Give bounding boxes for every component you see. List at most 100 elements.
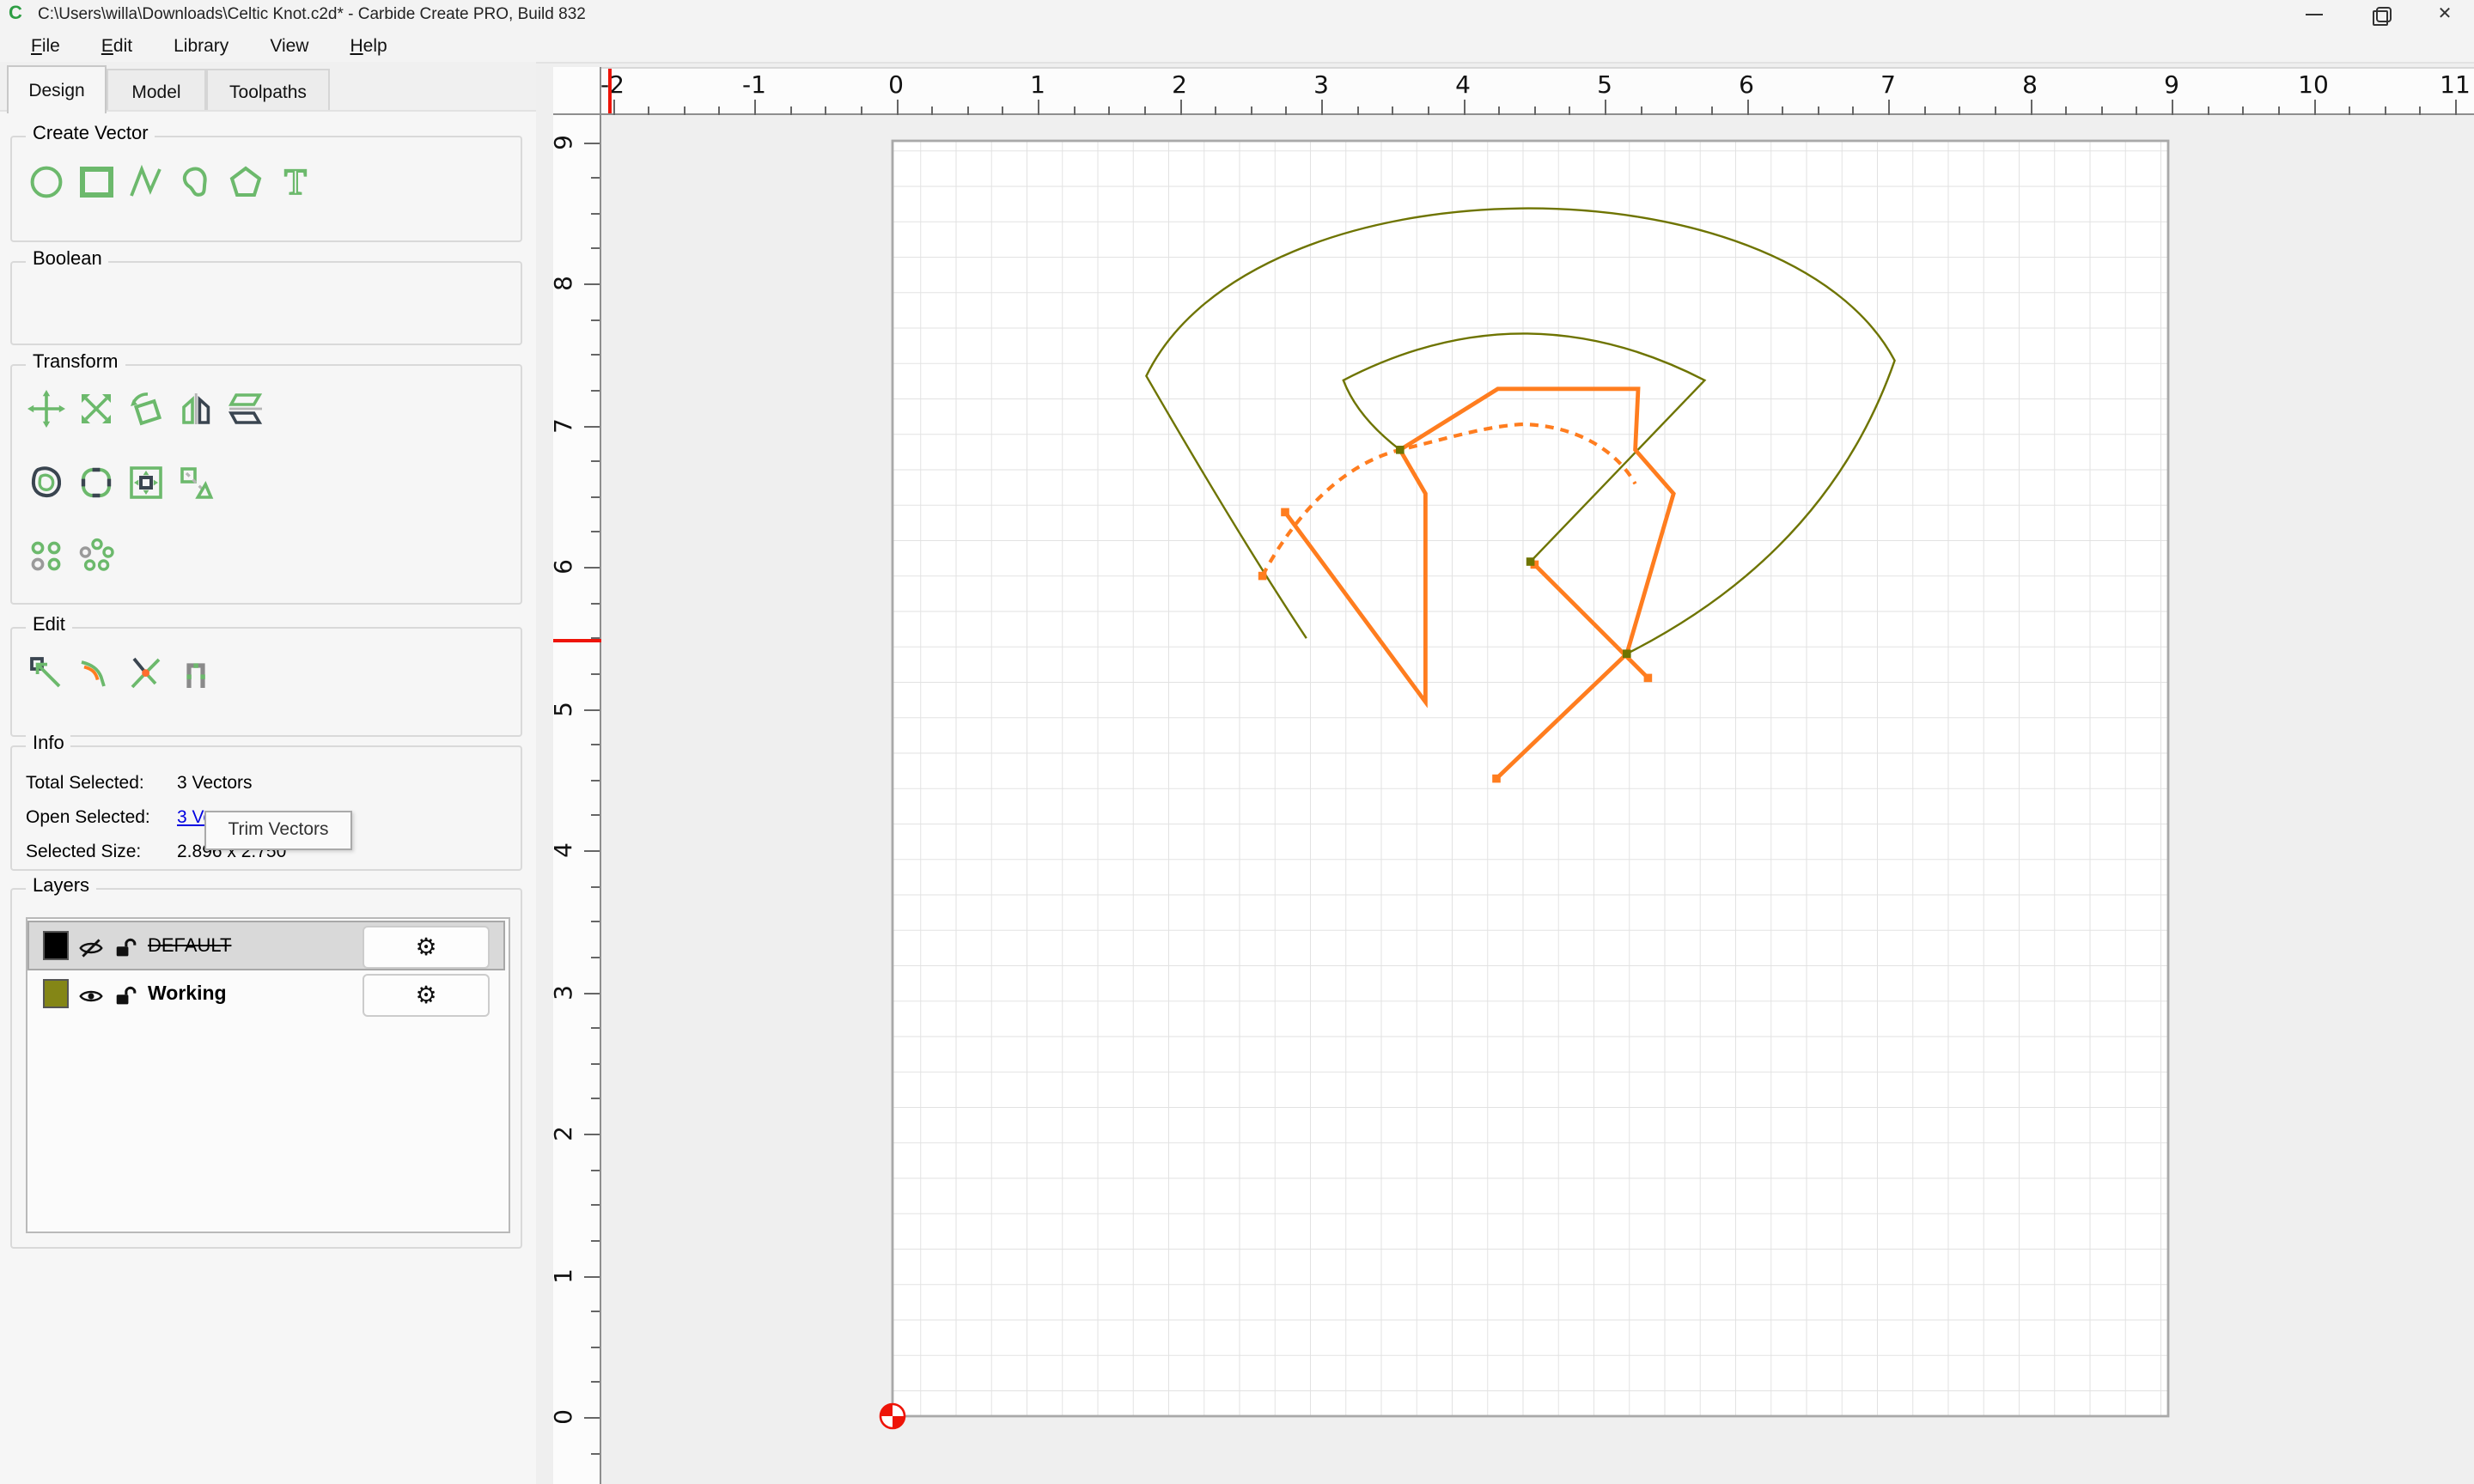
- curve-tool-icon[interactable]: [175, 161, 216, 203]
- menu-edit[interactable]: Edit: [84, 32, 149, 59]
- curve-fit-tool-icon[interactable]: [76, 653, 117, 694]
- ruler-tick: [1108, 106, 1111, 115]
- vector-node[interactable]: [1396, 446, 1405, 454]
- unlock-icon[interactable]: [113, 983, 137, 1004]
- ruler-tick: [1782, 106, 1784, 115]
- join-vectors-tool-icon[interactable]: [175, 653, 216, 694]
- tab-design[interactable]: Design: [7, 65, 107, 113]
- ruler-position-marker-x: [608, 69, 612, 113]
- ruler-tick: [1746, 100, 1748, 115]
- info-value: 3 Vectors: [177, 773, 253, 794]
- ruler-tick: [591, 177, 600, 179]
- ruler-tick: [931, 106, 934, 115]
- menu-help[interactable]: Help: [332, 32, 404, 59]
- offset-tool-icon[interactable]: [26, 462, 67, 503]
- layer-row-working[interactable]: Working ⚙: [29, 970, 503, 1017]
- ruler-tick: [591, 496, 600, 498]
- ruler-tick: [584, 1134, 600, 1135]
- ruler-corner: [553, 67, 601, 115]
- ruler-tick: [860, 106, 862, 115]
- ruler-tick: [1321, 100, 1323, 115]
- polygon-tool-icon[interactable]: [225, 161, 266, 203]
- flip-tool-icon[interactable]: [225, 388, 266, 429]
- eye-slash-icon[interactable]: [79, 935, 103, 957]
- vector-node[interactable]: [1643, 673, 1653, 683]
- tab-toolpaths[interactable]: Toolpaths: [206, 69, 330, 113]
- scale-tool-icon[interactable]: [76, 388, 117, 429]
- ruler-tick: [591, 1027, 600, 1030]
- vector-node[interactable]: [1258, 571, 1267, 581]
- vector-node[interactable]: [1281, 508, 1289, 517]
- ruler-tick: [1427, 106, 1429, 115]
- app-logo-icon: C: [9, 3, 22, 24]
- eye-icon[interactable]: [79, 983, 103, 1004]
- design-canvas-area[interactable]: -2 -1 0 1 2 3 4 5 6 7 8 9 10 11 0 1 2 3 4 5 6 7 8 9: [536, 62, 2474, 1484]
- close-button[interactable]: ✕: [2416, 0, 2474, 29]
- circle-tool-icon[interactable]: [26, 161, 67, 203]
- ruler-tick: [1533, 106, 1536, 115]
- trim-vectors-tooltip: Trim Vectors: [204, 811, 352, 850]
- align-tool-icon[interactable]: [175, 462, 216, 503]
- design-drawing-surface[interactable]: [601, 115, 2474, 1484]
- ruler-tick: [1285, 106, 1288, 115]
- menu-view[interactable]: View: [253, 32, 326, 59]
- ruler-tick: [584, 992, 600, 994]
- maximize-button[interactable]: [2350, 0, 2409, 29]
- layer-settings-button[interactable]: ⚙: [363, 974, 490, 1017]
- ruler-tick: [591, 319, 600, 321]
- ruler-label-y: 4: [550, 842, 578, 858]
- rotate-tool-icon[interactable]: [125, 388, 167, 429]
- ruler-tick: [1994, 106, 1996, 115]
- vector-node[interactable]: [1492, 774, 1501, 783]
- ruler-label-x: 0: [888, 72, 904, 100]
- ruler-tick: [1463, 100, 1465, 115]
- tab-bar: Design Model Toolpaths: [0, 62, 536, 113]
- layer-settings-button[interactable]: ⚙: [363, 926, 490, 969]
- ruler-label-y: 6: [550, 559, 578, 575]
- layer-row-default[interactable]: DEFAULT ⚙: [27, 921, 505, 970]
- ruler-tick: [584, 850, 600, 852]
- inset-tool-icon[interactable]: [125, 462, 167, 503]
- ruler-label-y: 7: [550, 417, 578, 433]
- text-tool-icon[interactable]: T: [275, 161, 316, 204]
- vector-node[interactable]: [1526, 557, 1535, 566]
- grid-array-tool-icon[interactable]: [26, 536, 67, 577]
- ruler-tick: [1640, 106, 1642, 115]
- ruler-tick: [591, 602, 600, 605]
- ruler-position-marker-y: [553, 639, 601, 643]
- unlock-icon[interactable]: [113, 935, 137, 956]
- ruler-tick: [683, 106, 686, 115]
- layer-color-swatch[interactable]: [43, 931, 69, 960]
- tab-model[interactable]: Model: [107, 69, 206, 113]
- layer-name: DEFAULT: [148, 935, 232, 956]
- round-corner-tool-icon[interactable]: [76, 462, 117, 503]
- ruler-label-y: 2: [550, 1126, 578, 1141]
- move-tool-icon[interactable]: [26, 388, 67, 429]
- trim-vectors-tool-icon[interactable]: [125, 653, 167, 694]
- ruler-tick: [591, 1098, 600, 1100]
- ruler-tick: [584, 1417, 600, 1419]
- rectangle-tool-icon[interactable]: [76, 161, 117, 203]
- ruler-tick: [584, 709, 600, 710]
- ruler-label-x: 11: [2440, 72, 2471, 100]
- ruler-tick: [2207, 106, 2209, 115]
- ruler-tick: [1923, 106, 1926, 115]
- layer-color-swatch[interactable]: [43, 979, 69, 1008]
- ruler-tick: [2030, 100, 2032, 115]
- mirror-tool-icon[interactable]: [175, 388, 216, 429]
- polyline-tool-icon[interactable]: [125, 161, 167, 203]
- node-edit-tool-icon[interactable]: [26, 653, 67, 694]
- vector-node[interactable]: [1623, 649, 1631, 658]
- ruler-label-x: 2: [1172, 72, 1187, 100]
- menu-file[interactable]: File: [14, 32, 77, 59]
- ruler-tick: [1073, 106, 1076, 115]
- minimize-button[interactable]: [2285, 0, 2343, 29]
- ruler-label-x: 8: [2022, 72, 2038, 100]
- ruler-label-x: 5: [1597, 72, 1612, 100]
- menu-library[interactable]: Library: [156, 32, 246, 59]
- create-vector-group: Create Vector T: [10, 124, 522, 242]
- circular-array-tool-icon[interactable]: [76, 536, 117, 577]
- ruler-tick: [2136, 106, 2138, 115]
- ruler-tick: [591, 744, 600, 746]
- title-bar: C C:\Users\willa\Downloads\Celtic Knot.c…: [0, 0, 2474, 29]
